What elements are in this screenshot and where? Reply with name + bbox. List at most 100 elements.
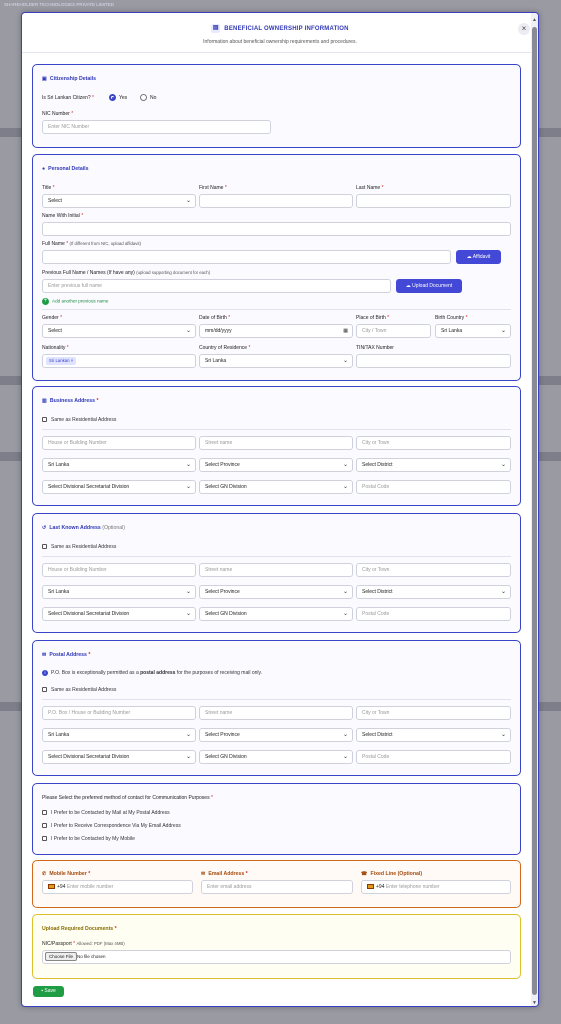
business-province-select[interactable]: Select Province ⌄ xyxy=(199,458,353,472)
pref-mail-checkbox[interactable] xyxy=(42,810,47,815)
close-icon[interactable]: × xyxy=(522,24,527,33)
business-dsd-select[interactable]: Select Divisional Secretariat Division ⌄ xyxy=(42,480,196,494)
residence-select[interactable]: Sri Lanka ⌄ xyxy=(199,354,353,368)
dob-input[interactable]: mm/dd/yyyy ▦ xyxy=(199,324,353,338)
last-known-gn-select[interactable]: Select GN Division ⌄ xyxy=(199,607,353,621)
divider xyxy=(42,699,511,700)
choose-file-button[interactable]: Choose File xyxy=(45,952,78,961)
postal-street-input[interactable]: Street name xyxy=(199,706,353,720)
nationality-tag[interactable]: Sri Lankan × xyxy=(46,357,77,365)
citizen-no-radio[interactable] xyxy=(140,94,147,101)
scroll-up-icon[interactable]: ▲ xyxy=(532,17,537,23)
fixed-country-code[interactable]: +94 xyxy=(376,884,384,890)
chevron-down-icon: ⌄ xyxy=(342,484,348,490)
documents-section: Upload Required Documents * NIC/Passport… xyxy=(32,914,521,979)
pref-email-checkbox[interactable] xyxy=(42,823,47,828)
scrollbar-thumb[interactable] xyxy=(532,27,537,995)
tin-input[interactable] xyxy=(356,354,511,368)
building-icon: ▥ xyxy=(42,398,47,404)
title-label: Title * xyxy=(42,185,55,191)
business-district-select[interactable]: Select District ⌄ xyxy=(356,458,511,472)
dob-label: Date of Birth * xyxy=(199,315,231,321)
sri-lanka-flag-icon xyxy=(367,884,374,890)
nic-passport-file-input[interactable] xyxy=(42,950,511,964)
last-known-dsd-select[interactable]: Select Divisional Secretariat Division ⌄ xyxy=(42,607,196,621)
scroll-down-icon[interactable]: ▼ xyxy=(532,1000,537,1006)
birth-country-select[interactable]: Sri Lanka ⌄ xyxy=(435,324,511,338)
full-name-input[interactable] xyxy=(42,250,451,264)
postal-code-input[interactable]: Postal Code xyxy=(356,750,511,764)
postal-house-input[interactable]: P.O. Box / House or Building Number xyxy=(42,706,196,720)
place-of-birth-input[interactable]: City / Town xyxy=(356,324,431,338)
po-box-note: i P.O. Box is exceptionally permitted as … xyxy=(42,670,262,676)
initial-label: Name With Initial * xyxy=(42,213,84,219)
chevron-down-icon: ⌄ xyxy=(185,198,191,204)
postal-city-input[interactable]: City or Town xyxy=(356,706,511,720)
title-select[interactable]: Select ⌄ xyxy=(42,194,196,208)
business-gn-select[interactable]: Select GN Division ⌄ xyxy=(199,480,353,494)
citizenship-section: ▣ Citizenship Details Is Sri Lankan Citiz… xyxy=(32,64,521,148)
add-previous-name-link[interactable]: + Add another previous name xyxy=(42,298,108,305)
postal-district-select[interactable]: Select District ⌄ xyxy=(356,728,511,742)
chevron-down-icon: ⌄ xyxy=(185,611,191,617)
last-name-label: Last Name * xyxy=(356,185,384,191)
last-known-address-section: ↺ Last Known Address (Optional) Same as R… xyxy=(32,513,521,633)
postal-same-label[interactable]: Same as Residential Address xyxy=(51,687,116,693)
nic-input[interactable]: Enter NIC Number xyxy=(42,120,271,134)
citizen-yes-radio[interactable] xyxy=(109,94,116,101)
last-known-province-select[interactable]: Select Province ⌄ xyxy=(199,585,353,599)
pref-mobile-checkbox[interactable] xyxy=(42,836,47,841)
nationality-label: Nationality * xyxy=(42,345,69,351)
close-button[interactable]: × xyxy=(518,23,530,35)
chevron-down-icon: ⌄ xyxy=(342,732,348,738)
postal-same-checkbox[interactable] xyxy=(42,687,47,692)
gender-select[interactable]: Select ⌄ xyxy=(42,324,196,338)
fixed-line-input[interactable]: +94 Enter telephone number xyxy=(361,880,511,894)
email-input[interactable]: Enter email address xyxy=(201,880,353,894)
pref-mobile-label[interactable]: I Prefer to be Contacted by My Mobile xyxy=(51,836,135,842)
postal-dsd-select[interactable]: Select Divisional Secretariat Division ⌄ xyxy=(42,750,196,764)
last-known-house-input[interactable]: House or Building Number xyxy=(42,563,196,577)
affidavit-button[interactable]: ☁ Affidavit xyxy=(456,250,501,264)
calendar-icon[interactable]: ▦ xyxy=(343,325,348,337)
pref-mail-label[interactable]: I Prefer to be Contacted by Mail at My P… xyxy=(51,810,170,816)
save-button[interactable]: ▪ Save xyxy=(33,986,64,997)
business-street-input[interactable]: Street name xyxy=(199,436,353,450)
plus-icon: + xyxy=(42,298,49,305)
postal-gn-select[interactable]: Select GN Division ⌄ xyxy=(199,750,353,764)
last-known-street-input[interactable]: Street name xyxy=(199,563,353,577)
business-city-input[interactable]: City or Town xyxy=(356,436,511,450)
citizen-no-label[interactable]: No xyxy=(150,95,156,101)
upload-document-button[interactable]: ☁ Upload Document xyxy=(396,279,462,293)
chevron-down-icon: ⌄ xyxy=(342,462,348,468)
mobile-country-code[interactable]: +94 xyxy=(57,884,65,890)
postal-province-select[interactable]: Select Province ⌄ xyxy=(199,728,353,742)
last-known-same-label[interactable]: Same as Residential Address xyxy=(51,544,116,550)
business-same-checkbox[interactable] xyxy=(42,417,47,422)
chevron-down-icon: ⌄ xyxy=(185,589,191,595)
last-known-same-checkbox[interactable] xyxy=(42,544,47,549)
first-name-input[interactable] xyxy=(199,194,353,208)
postal-country-select[interactable]: Sri Lanka ⌄ xyxy=(42,728,196,742)
business-postal-input[interactable]: Postal Code xyxy=(356,480,511,494)
mobile-input[interactable]: +94 Enter mobile number xyxy=(42,880,193,894)
chevron-down-icon: ⌄ xyxy=(342,358,348,364)
name-with-initial-input[interactable] xyxy=(42,222,511,236)
last-known-postal-input[interactable]: Postal Code xyxy=(356,607,511,621)
business-house-input[interactable]: House or Building Number xyxy=(42,436,196,450)
envelope-icon: ✉ xyxy=(42,652,47,658)
last-known-district-select[interactable]: Select District ⌄ xyxy=(356,585,511,599)
last-name-input[interactable] xyxy=(356,194,511,208)
pref-email-label[interactable]: I Prefer to Receive Correspondence Via M… xyxy=(51,823,181,829)
citizen-question: Is Sri Lankan Citizen? * xyxy=(42,95,94,101)
last-known-country-select[interactable]: Sri Lanka ⌄ xyxy=(42,585,196,599)
scrollbar[interactable]: ▲ ▼ xyxy=(531,13,538,1006)
citizen-yes-label[interactable]: Yes xyxy=(119,95,127,101)
citizenship-title: ▣ Citizenship Details xyxy=(42,76,97,82)
business-same-label[interactable]: Same as Residential Address xyxy=(51,417,116,423)
previous-name-input[interactable]: Enter previous full name xyxy=(42,279,391,293)
chevron-down-icon: ⌄ xyxy=(500,589,506,595)
phone-icon: ✆ xyxy=(42,871,47,877)
last-known-city-input[interactable]: City or Town xyxy=(356,563,511,577)
business-country-select[interactable]: Sri Lanka ⌄ xyxy=(42,458,196,472)
